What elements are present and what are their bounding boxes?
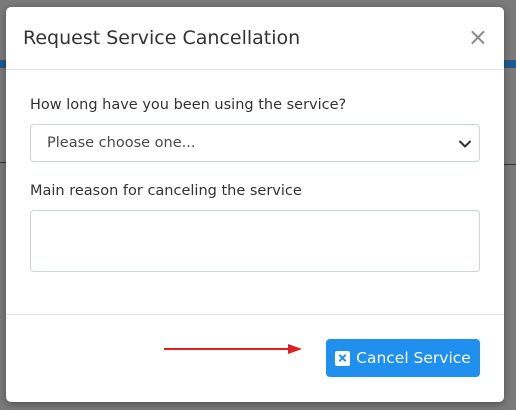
background-divider [504,164,516,165]
duration-selected-value: Please choose one... [47,135,196,151]
reason-textarea[interactable] [30,210,480,272]
modal-header: Request Service Cancellation × [6,7,504,70]
modal-title: Request Service Cancellation [23,27,301,49]
duration-select[interactable]: Please choose one... [30,124,480,162]
reason-label: Main reason for canceling the service [30,183,302,199]
right-arrow-icon [164,344,302,354]
cancel-service-button[interactable]: Cancel Service [326,339,480,377]
duration-label: How long have you been using the service… [30,97,347,113]
close-box-icon [335,350,351,366]
modal-body: How long have you been using the service… [6,70,504,315]
chevron-down-icon [459,140,471,148]
cancel-service-label: Cancel Service [356,349,471,367]
reason-field-group: Main reason for canceling the service [30,183,480,272]
close-button[interactable]: × [468,25,488,51]
modal-footer: Cancel Service [6,315,504,401]
